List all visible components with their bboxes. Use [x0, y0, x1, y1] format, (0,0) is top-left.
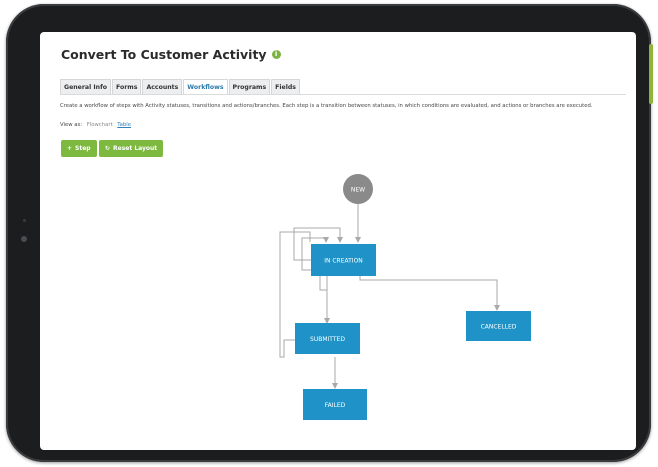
connector-in-creation-to-submitted-2 [319, 276, 327, 291]
node-in-creation-label: IN CREATION [324, 258, 363, 265]
workflow-flowchart: NEW IN CREATION SUBMITTED CANCELLED FAIL… [279, 174, 531, 420]
node-cancelled[interactable]: CANCELLED [466, 311, 531, 341]
node-submitted[interactable]: SUBMITTED [295, 323, 360, 354]
node-submitted-label: SUBMITTED [310, 336, 345, 343]
connectors [279, 204, 500, 389]
node-failed-label: FAILED [325, 402, 346, 409]
tablet-camera [21, 236, 27, 242]
node-new-label: NEW [351, 187, 365, 194]
tablet-frame: Convert To Customer Activity i General I… [6, 4, 653, 462]
connector-in-creation-to-cancelled [359, 276, 500, 311]
tablet-side-button [649, 44, 653, 104]
node-cancelled-label: CANCELLED [481, 324, 517, 331]
tablet-sensor [23, 219, 26, 222]
app-screen: Convert To Customer Activity i General I… [40, 32, 636, 450]
node-new[interactable]: NEW [343, 174, 373, 204]
node-failed[interactable]: FAILED [303, 389, 367, 420]
node-in-creation[interactable]: IN CREATION [311, 244, 376, 276]
